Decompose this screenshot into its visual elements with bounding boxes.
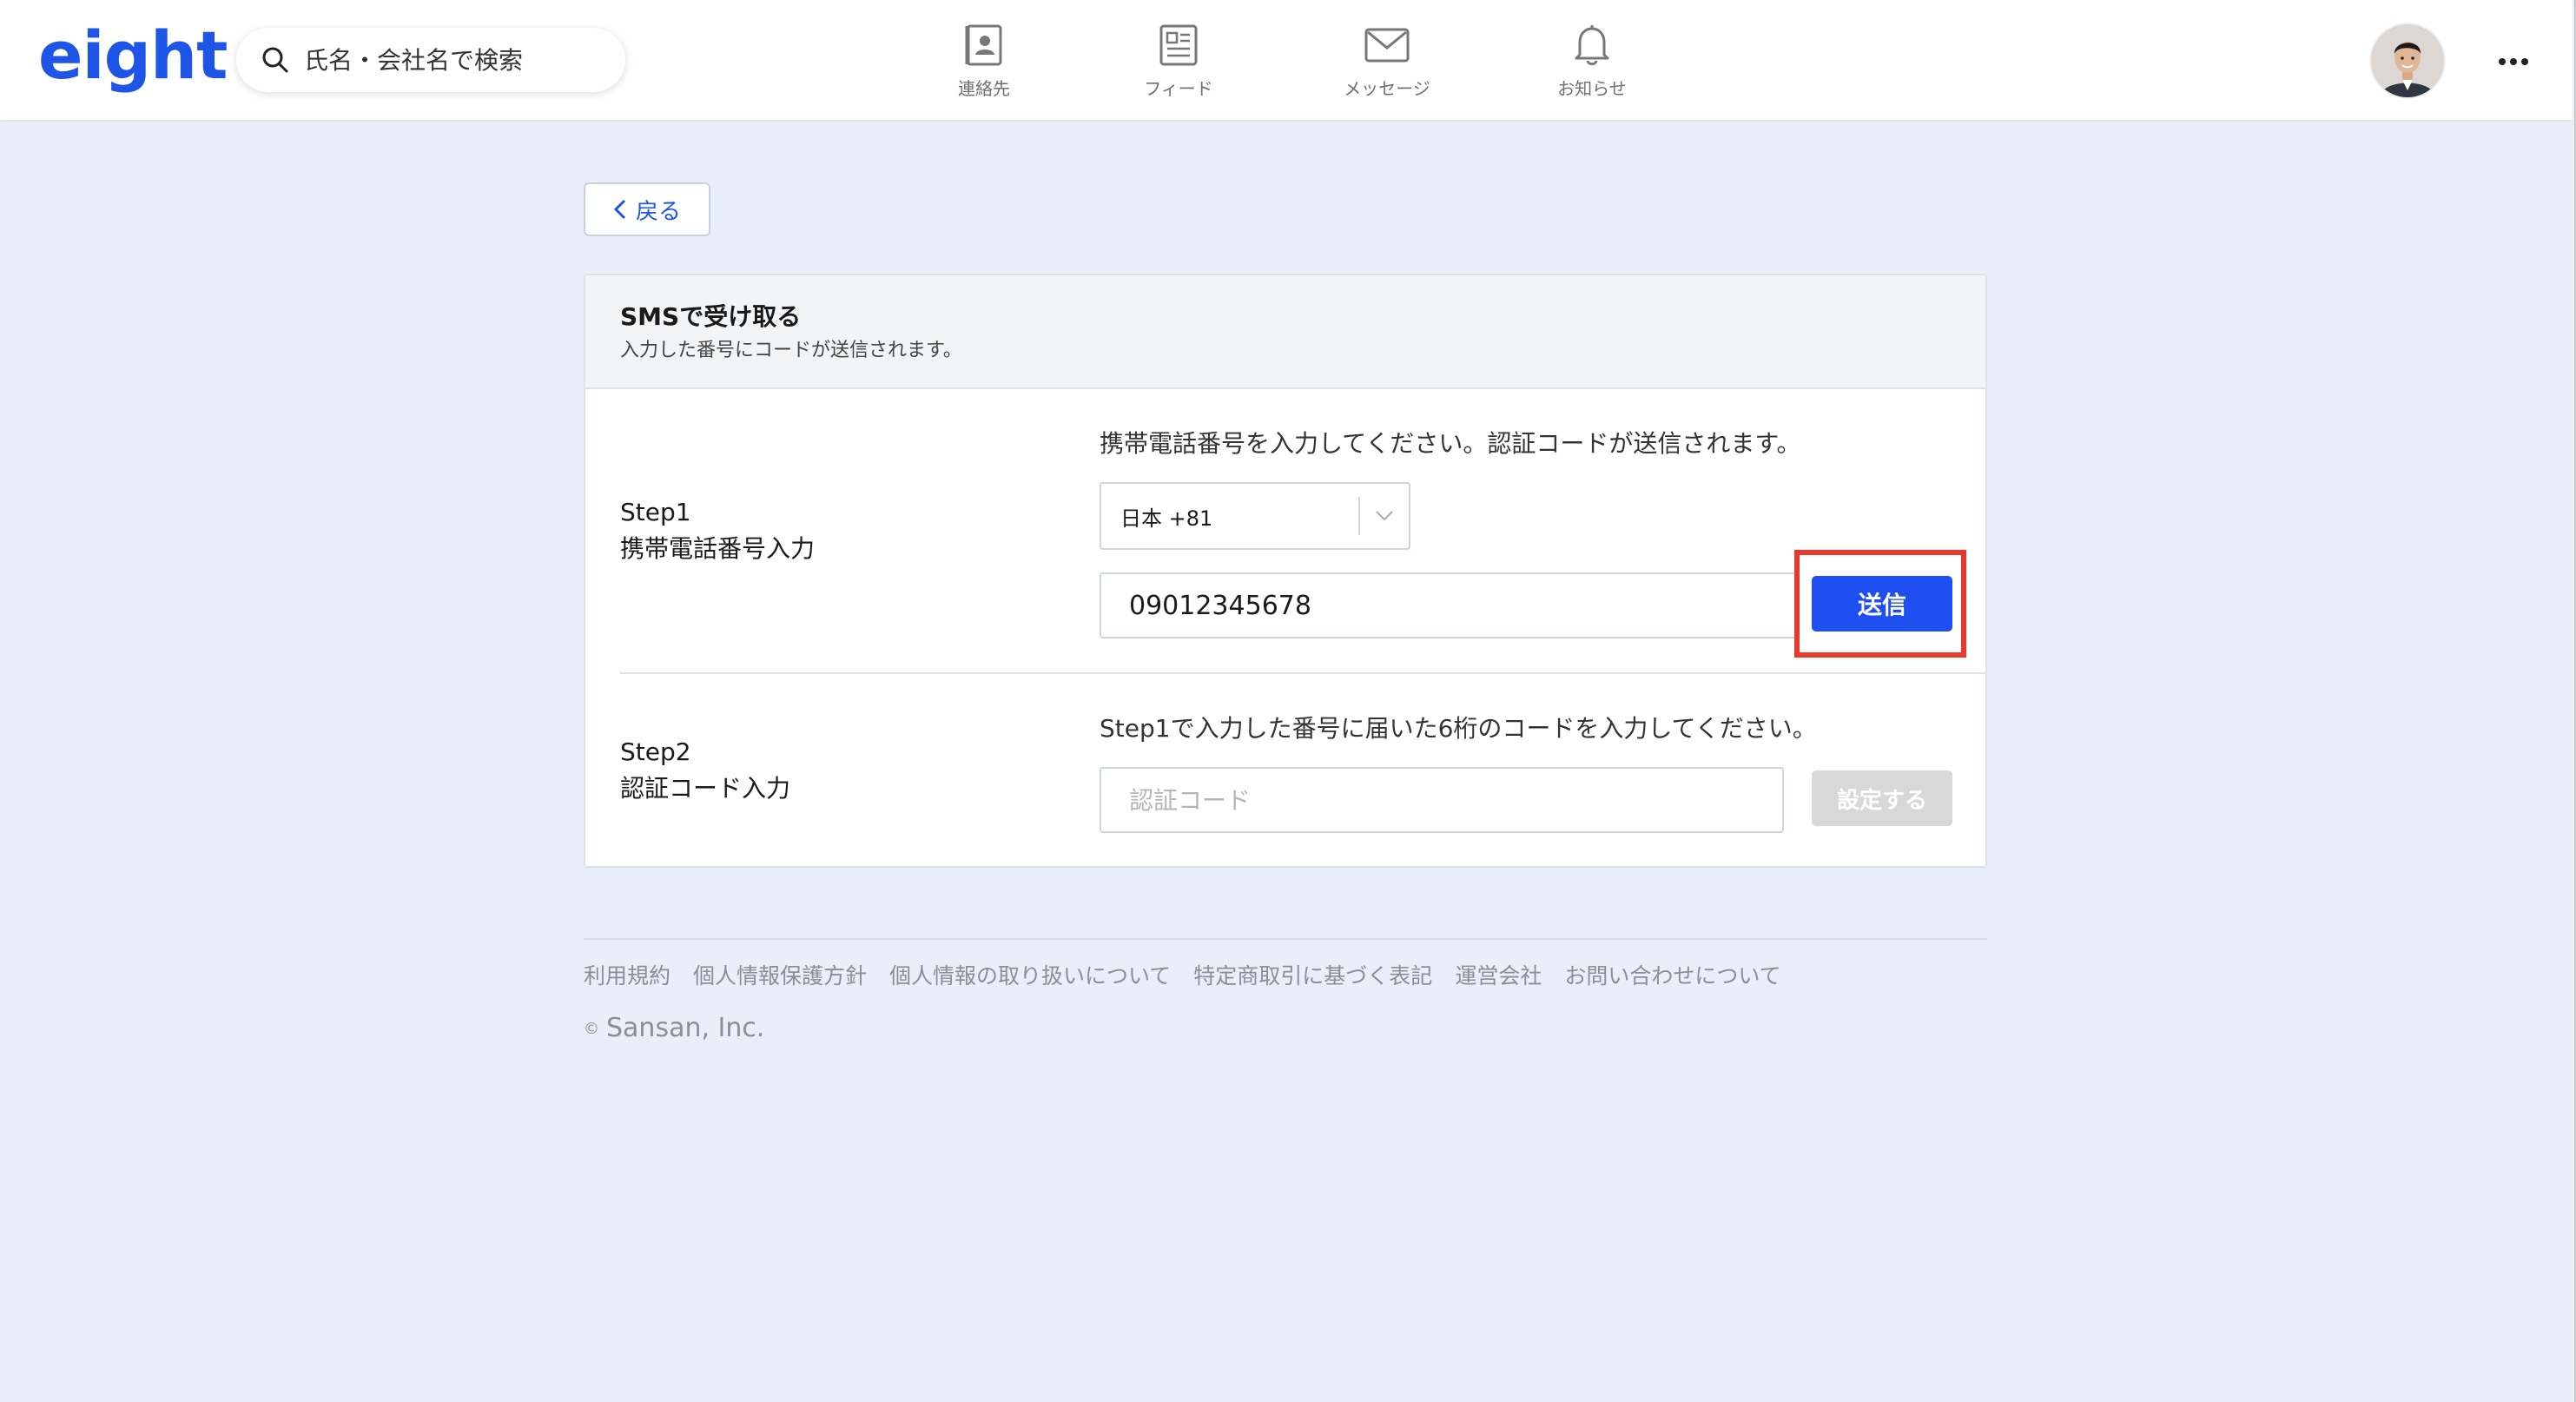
step2-title: Step2 [620,737,691,766]
back-button-label: 戻る [635,198,681,225]
nav-message-label: メッセージ [1344,78,1430,99]
send-button[interactable]: 送信 [1812,576,1952,632]
footer-links: 利用規約 個人情報保護方針 個人情報の取り扱いについて 特定商取引に基づく表記 … [584,959,1781,990]
set-button[interactable]: 設定する [1812,770,1952,826]
card-title: SMSで受け取る [620,302,802,331]
back-button[interactable]: 戻る [584,182,710,236]
feed-icon [1155,23,1202,68]
step-divider [620,672,1985,674]
step2-instruction: Step1で入力した番号に届いた6桁のコードを入力してください。 [1100,714,1817,743]
search-input[interactable] [302,44,610,76]
step1-label: Step1 携帯電話番号入力 [620,494,815,567]
nav-contacts[interactable]: 連絡先 [910,23,1058,109]
footer-divider [584,938,1987,940]
nav-contacts-label: 連絡先 [958,78,1010,99]
phone-number-input[interactable] [1100,572,1800,638]
nav-message[interactable]: メッセージ [1313,23,1461,109]
step1-instruction: 携帯電話番号を入力してください。認証コードが送信されます。 [1100,429,1801,458]
card-header: SMSで受け取る 入力した番号にコードが送信されます。 [585,275,1985,389]
eight-logo[interactable]: eight [38,12,228,99]
nav-notifications-label: お知らせ [1557,78,1627,99]
chevron-left-icon [613,199,627,220]
step1-subtitle: 携帯電話番号入力 [620,534,816,563]
footer-link-personal-info[interactable]: 個人情報の取り扱いについて [889,959,1171,990]
user-avatar[interactable] [2371,24,2444,97]
step2-label: Step2 認証コード入力 [620,734,790,807]
verification-code-input[interactable] [1100,767,1784,833]
contacts-icon [961,23,1007,68]
footer-link-terms[interactable]: 利用規約 [584,959,670,990]
nav-notifications[interactable]: お知らせ [1518,23,1666,109]
more-button[interactable] [2487,43,2540,78]
search-icon [261,45,290,75]
chevron-down-icon [1360,510,1409,522]
footer-link-contact[interactable]: お問い合わせについて [1564,959,1780,990]
bell-icon [1569,23,1615,68]
nav-feed[interactable]: フィード [1105,23,1252,109]
footer-link-commercial-transactions[interactable]: 特定商取引に基づく表記 [1193,959,1432,990]
top-header: eight 連絡先 [0,0,2573,121]
message-icon [1364,23,1410,68]
copyright-text: Sansan, Inc. [606,1013,765,1043]
copyright: © Sansan, Inc. [584,1013,764,1043]
more-horizontal-icon [2498,53,2529,69]
sms-verification-card: SMSで受け取る 入力した番号にコードが送信されます。 Step1 携帯電話番号… [584,274,1987,868]
footer-link-company[interactable]: 運営会社 [1455,959,1542,990]
nav-feed-label: フィード [1144,78,1213,99]
country-code-value: 日本 +81 [1120,506,1213,531]
country-code-select[interactable]: 日本 +81 [1100,482,1410,550]
footer-link-privacy-policy[interactable]: 個人情報保護方針 [693,959,867,990]
step1-title: Step1 [620,498,691,526]
search-box[interactable] [236,28,625,92]
step2-subtitle: 認証コード入力 [620,774,791,803]
copyright-icon: © [584,1020,599,1038]
card-subtitle: 入力した番号にコードが送信されます。 [620,340,962,361]
